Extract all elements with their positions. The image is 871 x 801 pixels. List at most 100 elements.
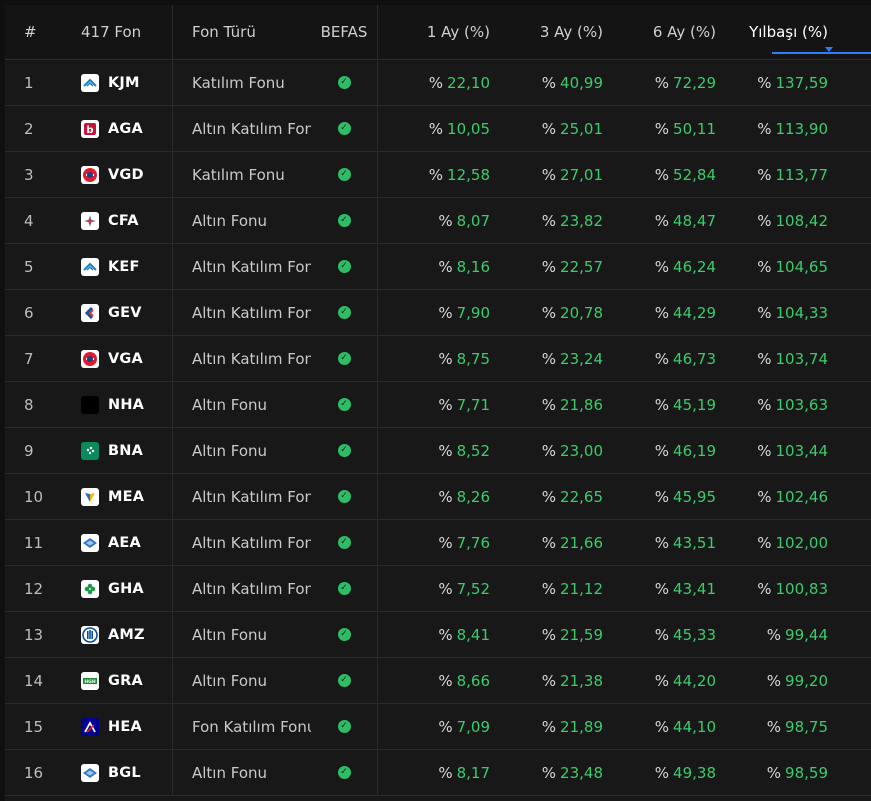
return-value: 21,86 [560, 395, 603, 414]
header-befas[interactable]: BEFAS [311, 5, 378, 59]
fund-cell[interactable]: AEA [55, 520, 173, 565]
percent-sign: % [654, 73, 670, 92]
table-row[interactable]: 4 CFA Altın Fonu ✓% 8,07% 23,82% 48,47% 108,42 [5, 198, 871, 244]
fund-code[interactable]: MEA [108, 489, 144, 505]
return-ytd: % 104,33 [716, 290, 828, 335]
fund-code[interactable]: HEA [108, 719, 142, 735]
fund-code[interactable]: CFA [108, 213, 139, 229]
return-value: 21,59 [560, 625, 603, 644]
table-row[interactable]: 15 HEA Fon Katılım Fonu ✓% 7,09% 21,89% 44,10%… [5, 704, 871, 750]
table-row[interactable]: 1 KJM Katılım Fonu ✓% 22,10% 40,99% 72,29% 137,… [5, 60, 871, 106]
table-row[interactable]: 11 AEA Altın Katılım Fonu ✓% 7,76% 21,66% 43,5… [5, 520, 871, 566]
fund-type: Altın Katılım Fonu [192, 533, 311, 552]
row-index: 3 [24, 165, 34, 184]
befas-cell: ✓ [311, 474, 378, 519]
fund-code[interactable]: AMZ [108, 627, 145, 643]
sort-indicator [772, 52, 871, 54]
header-ytd-sorted[interactable]: Yılbaşı (%) [716, 5, 828, 59]
percent-sign: % [541, 625, 557, 644]
return-6-month: % 46,19 [603, 428, 716, 473]
table-row[interactable]: 13 AMZ Altın Fonu ✓% 8,41% 21,59% 45,33% 99,44 [5, 612, 871, 658]
fund-cell[interactable]: BNA [55, 428, 173, 473]
svg-text:HGH: HGH [84, 679, 95, 685]
fund-code[interactable]: VGD [108, 167, 144, 183]
check-icon: ✓ [337, 582, 351, 595]
header-6-month[interactable]: 6 Ay (%) [603, 5, 716, 59]
table-row[interactable]: 3 VGD Katılım Fonu ✓% 12,58% 27,01% 52,84% 113,… [5, 152, 871, 198]
fund-code[interactable]: AEA [108, 535, 141, 551]
fund-table: # 417 Fon Fon Türü BEFAS 1 Ay (%) 3 Ay (… [5, 5, 871, 801]
clover-logo-icon [81, 579, 99, 598]
percent-sign: % [438, 717, 453, 736]
fund-cell[interactable]: VGD [55, 152, 173, 197]
header-fund-type[interactable]: Fon Türü [173, 5, 311, 59]
fund-cell[interactable]: HEA [55, 704, 173, 749]
return-value: 7,09 [456, 717, 490, 736]
fund-cell[interactable]: KJM [55, 60, 173, 105]
check-icon: ✓ [337, 766, 351, 779]
percent-sign: % [766, 763, 782, 782]
row-index: 6 [24, 303, 34, 322]
fund-code[interactable]: AGA [108, 121, 143, 137]
fund-cell[interactable]: AMZ [55, 612, 173, 657]
header-ytd-label: Yılbaşı (%) [749, 23, 828, 41]
meta-logo-icon [81, 487, 99, 506]
return-value: 7,90 [456, 303, 490, 322]
header-fund-count[interactable]: 417 Fon [55, 5, 173, 59]
return-value: 46,24 [673, 257, 716, 276]
fund-cell[interactable]: NHA [55, 382, 173, 427]
fund-cell[interactable]: GEV [55, 290, 173, 335]
percent-sign: % [654, 257, 670, 276]
return-6-month: % 44,20 [603, 658, 716, 703]
fund-code[interactable]: KJM [108, 75, 140, 91]
fund-cell[interactable]: b AGA [55, 106, 173, 151]
fund-cell[interactable]: BGL [55, 750, 173, 795]
percent-sign: % [438, 349, 453, 368]
percent-sign: % [654, 717, 670, 736]
table-row[interactable]: 12 GHA Altın Katılım Fonu ✓% 7,52% 21,12% 43,4… [5, 566, 871, 612]
check-icon: ✓ [337, 720, 351, 733]
percent-sign: % [438, 303, 453, 322]
table-row[interactable]: 16 BGL Altın Fonu ✓% 8,17% 23,48% 49,38% 98,59 [5, 750, 871, 796]
table-row[interactable]: 2 b AGA Altın Katılım Fonu ✓% 10,05% 25,01% 50,… [5, 106, 871, 152]
fund-cell[interactable]: MEA [55, 474, 173, 519]
return-value: 8,17 [456, 763, 490, 782]
table-row[interactable]: 6 GEV Altın Katılım Fonu ✓% 7,90% 20,78% 44,29… [5, 290, 871, 336]
header-index[interactable]: # [5, 5, 55, 59]
fund-cell[interactable]: GHA [55, 566, 173, 611]
fund-code[interactable]: GHA [108, 581, 144, 597]
fund-code[interactable]: BNA [108, 443, 143, 459]
table-row[interactable]: 8 NHA Altın Fonu ✓% 7,71% 21,86% 45,19% 103,63 [5, 382, 871, 428]
return-value: 7,71 [456, 395, 490, 414]
percent-sign: % [654, 303, 670, 322]
return-1-month: % 8,17 [378, 750, 490, 795]
return-1-month: % 22,10 [378, 60, 490, 105]
allianz-logo-icon [81, 625, 99, 644]
table-row[interactable]: 9 BNA Altın Fonu ✓% 8,52% 23,00% 46,19% 103,44 [5, 428, 871, 474]
return-3-month: % 20,78 [490, 290, 603, 335]
fund-cell[interactable]: VGA [55, 336, 173, 381]
percent-sign: % [438, 763, 453, 782]
return-value: 25,01 [560, 119, 603, 138]
header-3-month[interactable]: 3 Ay (%) [490, 5, 603, 59]
fund-cell[interactable]: HGH GRA [55, 658, 173, 703]
table-row[interactable]: 10 MEA Altın Katılım Fonu ✓% 8,26% 22,65% 45,9… [5, 474, 871, 520]
vakif-logo-icon [81, 349, 99, 368]
percent-sign: % [654, 671, 670, 690]
fund-code[interactable]: GEV [108, 305, 142, 321]
table-row[interactable]: 5 KEF Altın Katılım Fonu ✓% 8,16% 22,57% 46,24… [5, 244, 871, 290]
fund-code[interactable]: GRA [108, 673, 143, 689]
table-row[interactable]: 7 VGA Altın Katılım Fonu ✓% 8,75% 23,24% 46,73… [5, 336, 871, 382]
fund-code[interactable]: KEF [108, 259, 140, 275]
row-index: 4 [24, 211, 34, 230]
fund-code[interactable]: NHA [108, 397, 144, 413]
return-3-month: % 23,82 [490, 198, 603, 243]
fund-cell[interactable]: CFA [55, 198, 173, 243]
percent-sign: % [438, 625, 453, 644]
fund-code[interactable]: VGA [108, 351, 143, 367]
table-row[interactable]: 14 HGH GRA Altın Fonu ✓% 8,66% 21,38% 44,20% 99,… [5, 658, 871, 704]
return-ytd: % 104,65 [716, 244, 828, 289]
fund-cell[interactable]: KEF [55, 244, 173, 289]
header-1-month[interactable]: 1 Ay (%) [378, 5, 490, 59]
fund-code[interactable]: BGL [108, 765, 141, 781]
